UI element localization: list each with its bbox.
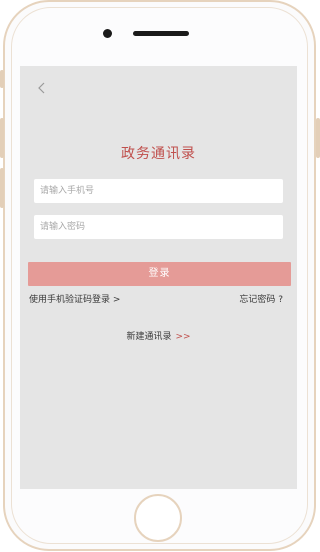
chevron-left-icon[interactable]: [36, 81, 48, 95]
forgot-password-link[interactable]: 忘记密码 ?: [239, 292, 283, 305]
new-directory-label: 新建通讯录: [126, 332, 172, 342]
side-button-left-top: [0, 70, 4, 88]
app-screen: 政务通讯录 登录 使用手机验证码登录 > 忘记密码 ? 新建通讯录>>: [20, 66, 297, 489]
sms-login-link[interactable]: 使用手机验证码登录 >: [29, 292, 120, 305]
front-camera: [103, 29, 112, 38]
page-title: 政务通讯录: [121, 146, 196, 162]
side-button-left-bottom: [0, 168, 4, 208]
phone-input[interactable]: [34, 179, 283, 203]
side-button-left-mid: [0, 118, 4, 158]
home-button[interactable]: [134, 494, 182, 542]
earpiece-speaker: [133, 31, 189, 36]
login-button[interactable]: 登录: [28, 262, 291, 286]
side-button-right: [316, 118, 320, 158]
new-directory-link[interactable]: 新建通讯录 >>: [20, 329, 297, 342]
password-input[interactable]: [34, 215, 283, 239]
double-chevron-right-icon: >>: [175, 332, 191, 342]
